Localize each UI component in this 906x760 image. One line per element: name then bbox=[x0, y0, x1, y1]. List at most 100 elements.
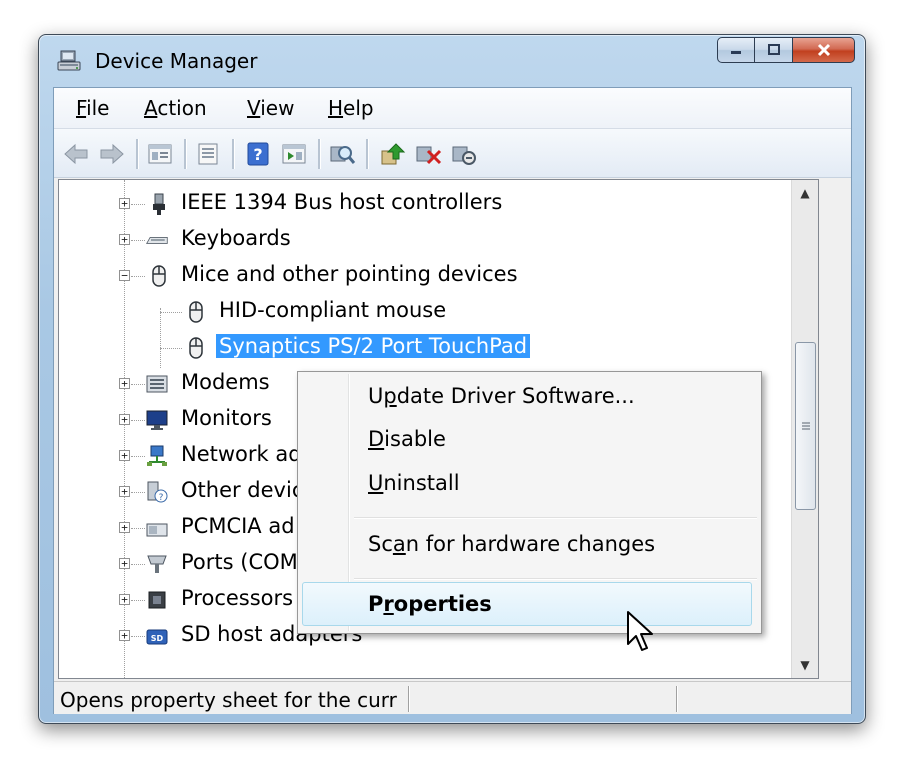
svg-text:?: ? bbox=[159, 493, 164, 503]
expand-button[interactable]: + bbox=[119, 414, 130, 425]
menu-help[interactable]: Help bbox=[328, 96, 374, 120]
network-icon bbox=[147, 445, 167, 466]
tree-connector bbox=[131, 636, 145, 637]
window-title: Device Manager bbox=[95, 49, 258, 73]
tree-item-label: IEEE 1394 Bus host controllers bbox=[181, 190, 503, 214]
expand-button[interactable]: + bbox=[119, 450, 130, 461]
context-menu-scan-hardware[interactable]: Scan for hardware changes bbox=[368, 532, 655, 556]
tree-item-label: Modems bbox=[181, 370, 270, 394]
port-icon bbox=[147, 555, 167, 573]
svg-text:?: ? bbox=[253, 145, 262, 164]
context-menu-disable[interactable]: Disable bbox=[368, 427, 446, 451]
device-manager-icon bbox=[57, 50, 81, 71]
mouse-icon bbox=[189, 301, 203, 323]
tree-connector bbox=[131, 204, 145, 205]
menu-view[interactable]: View bbox=[247, 96, 294, 120]
scroll-up-icon: ▲ bbox=[800, 186, 810, 200]
tree-item-label: Synaptics PS/2 Port TouchPad bbox=[216, 334, 531, 358]
context-menu-uninstall[interactable]: Uninstall bbox=[368, 471, 460, 495]
tree-item-ieee1394[interactable]: + IEEE 1394 Bus host controllers bbox=[59, 188, 789, 222]
tree-item-label: Ports (COM bbox=[181, 550, 298, 574]
update-driver-icon[interactable] bbox=[378, 141, 406, 167]
tree-connector bbox=[131, 600, 145, 601]
minimize-icon bbox=[731, 51, 741, 54]
tree-item-label: Processors bbox=[181, 586, 294, 610]
keyboard-icon bbox=[145, 237, 168, 244]
tree-item-synaptics-touchpad[interactable]: Synaptics PS/2 Port TouchPad bbox=[59, 332, 789, 366]
properties-icon[interactable] bbox=[194, 141, 222, 167]
maximize-icon bbox=[767, 44, 780, 55]
tree-item-label: Monitors bbox=[181, 406, 272, 430]
sd-adapter-icon: SD bbox=[146, 629, 168, 645]
monitor-icon bbox=[146, 410, 168, 430]
mouse-icon bbox=[152, 265, 166, 287]
status-divider bbox=[408, 686, 410, 712]
expand-button[interactable]: + bbox=[119, 594, 130, 605]
scan-hardware-icon[interactable] bbox=[328, 141, 356, 167]
tree-item-label: Mice and other pointing devices bbox=[181, 262, 518, 286]
grip-icon bbox=[801, 422, 810, 430]
tree-connector bbox=[131, 492, 145, 493]
disable-icon[interactable] bbox=[450, 141, 478, 167]
scrollbar-thumb[interactable] bbox=[795, 342, 816, 510]
back-arrow-icon[interactable] bbox=[62, 141, 90, 167]
toolbar: ? bbox=[54, 129, 851, 178]
expand-button[interactable]: + bbox=[119, 630, 130, 641]
status-bar: Opens property sheet for the curr bbox=[54, 681, 851, 714]
processor-icon bbox=[148, 591, 166, 609]
svg-text:SD: SD bbox=[151, 634, 164, 643]
show-hide-console-tree-icon[interactable] bbox=[146, 141, 174, 167]
tree-connector bbox=[131, 384, 145, 385]
mouse-pointer-icon bbox=[627, 611, 653, 651]
tree-item-label: Network ad bbox=[181, 442, 302, 466]
toolbar-separator bbox=[318, 139, 321, 169]
usb-plug-icon bbox=[153, 193, 165, 215]
scroll-down-icon: ▼ bbox=[800, 658, 810, 672]
context-menu: Update Driver Software... Disable Uninst… bbox=[297, 371, 762, 634]
uninstall-icon[interactable] bbox=[414, 141, 442, 167]
collapse-button[interactable]: − bbox=[119, 270, 130, 281]
forward-arrow-icon[interactable] bbox=[98, 141, 126, 167]
status-text: Opens property sheet for the curr bbox=[60, 688, 397, 712]
tree-connector bbox=[131, 240, 145, 241]
context-menu-update-driver[interactable]: Update Driver Software... bbox=[368, 384, 635, 408]
mouse-icon bbox=[189, 337, 203, 359]
scroll-down-button[interactable]: ▼ bbox=[792, 652, 818, 678]
scroll-up-button[interactable]: ▲ bbox=[792, 180, 818, 206]
tree-item-hid-mouse[interactable]: HID-compliant mouse bbox=[59, 296, 789, 330]
status-divider bbox=[676, 686, 678, 712]
tree-connector bbox=[131, 564, 145, 565]
tree-item-label: PCMCIA ad bbox=[181, 514, 295, 538]
help-icon[interactable]: ? bbox=[244, 141, 272, 167]
context-menu-separator bbox=[354, 578, 757, 580]
close-button[interactable] bbox=[793, 37, 855, 63]
expand-button[interactable]: + bbox=[119, 198, 130, 209]
menu-file[interactable]: File bbox=[76, 96, 109, 120]
tree-item-label: HID-compliant mouse bbox=[219, 298, 447, 322]
expand-button[interactable]: + bbox=[119, 558, 130, 569]
title-bar[interactable]: Device Manager bbox=[39, 35, 865, 87]
tree-item-label: Other devic bbox=[181, 478, 304, 502]
pcmcia-icon bbox=[146, 523, 168, 537]
expand-button[interactable]: + bbox=[119, 378, 130, 389]
close-icon bbox=[817, 43, 830, 57]
action-pane-icon[interactable] bbox=[280, 141, 308, 167]
maximize-button[interactable] bbox=[755, 37, 793, 63]
minimize-button[interactable] bbox=[717, 37, 755, 63]
toolbar-separator bbox=[232, 139, 235, 169]
context-menu-properties[interactable]: Properties bbox=[368, 592, 492, 616]
expand-button[interactable]: + bbox=[119, 522, 130, 533]
tree-connector bbox=[160, 312, 182, 313]
expand-button[interactable]: + bbox=[119, 234, 130, 245]
expand-button[interactable]: + bbox=[119, 486, 130, 497]
modem-icon bbox=[146, 375, 168, 393]
tree-connector bbox=[131, 456, 145, 457]
menu-bar: File Action View Help bbox=[54, 88, 851, 129]
toolbar-separator bbox=[184, 139, 187, 169]
tree-item-mice[interactable]: − Mice and other pointing devices bbox=[59, 260, 789, 294]
menu-action[interactable]: Action bbox=[144, 96, 207, 120]
tree-item-keyboards[interactable]: + Keyboards bbox=[59, 224, 789, 258]
vertical-scrollbar[interactable]: ▲ ▼ bbox=[791, 180, 818, 678]
caption-buttons bbox=[717, 37, 855, 71]
context-menu-separator bbox=[354, 517, 757, 519]
